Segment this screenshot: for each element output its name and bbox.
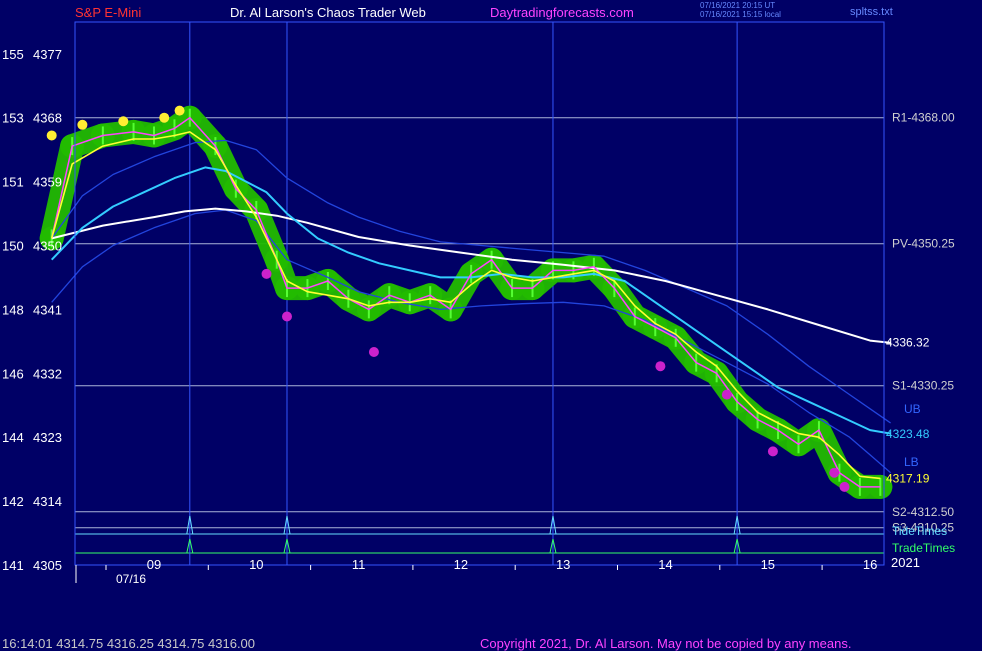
site-url[interactable]: Daytradingforecasts.com [490, 5, 634, 20]
y-tick-label-price: 4368 [33, 111, 62, 126]
x-tick-label: 11 [352, 557, 366, 572]
swing-high-dot [118, 116, 129, 127]
swing-low-dot [655, 361, 666, 372]
band-label-lower: LB [904, 455, 919, 469]
swing-low-dot [368, 347, 379, 357]
x-tick-label: 13 [556, 557, 570, 572]
swing-low-dot [721, 389, 732, 400]
series-line-ma-mid [50, 166, 891, 435]
y-tick-label-left: 142 [2, 494, 24, 509]
swing-low-dot [829, 467, 840, 478]
y-tick-label-left: 153 [2, 111, 24, 126]
swing-low-dot [261, 268, 272, 279]
y-tick-label-price: 4350 [33, 239, 62, 254]
x-tick-label: 14 [658, 557, 672, 572]
chart-labels: R1-4368.00 PV-4350.25 S1-4330.25 S2-4312.50… [886, 111, 955, 555]
swing-high-dot [77, 119, 88, 130]
y-tick-label-left: 141 [2, 558, 24, 573]
site-title: Dr. Al Larson's Chaos Trader Web [230, 5, 426, 20]
time-local: 07/16/2021 15:15 local [700, 10, 781, 19]
trade-label: TradeTimes [892, 541, 955, 555]
tide-label: TideTimes [892, 524, 947, 538]
swing-high-dot [174, 105, 185, 116]
y-tick-label-left: 150 [2, 239, 24, 254]
y-tick-label-left: 146 [2, 366, 24, 381]
swing-high-dot [46, 130, 57, 141]
x-date-label: 07/16 [116, 572, 146, 586]
y-tick-label-left: 144 [2, 430, 24, 445]
swing-low-dot [839, 481, 850, 492]
y-tick-label-left: 151 [2, 175, 24, 190]
pivot-levels [75, 117, 884, 529]
y-tick-label-price: 4323 [33, 430, 62, 445]
price-label: 4317.19 [886, 471, 930, 485]
x-tick-label: 16 [863, 557, 877, 572]
plot-frame [74, 21, 885, 566]
quote-line: 16:14:01 4314.75 4316.25 4314.75 4316.00 [2, 636, 256, 651]
price-halo-band [39, 105, 893, 499]
y-tick-label-price: 4377 [33, 47, 62, 62]
data-file: spltss.txt [850, 6, 893, 18]
price-label: 4336.32 [886, 336, 930, 350]
level-label: R1-4368.00 [892, 111, 955, 125]
swing-low-dot [767, 446, 778, 457]
price-halo [39, 105, 893, 499]
swing-high-dot [159, 112, 170, 123]
x-tick-label: 12 [454, 557, 468, 572]
band-label-upper: UB [904, 402, 921, 416]
chart-svg: 155 4377 153 4368 151 4359 150 4350 148 4341 146 43… [2, 21, 955, 586]
time-lines [75, 22, 884, 565]
x-year-label: 2021 [891, 555, 920, 570]
x-tick-label: 09 [147, 557, 161, 572]
y-tick-label-price: 4332 [33, 366, 62, 381]
y-tick-label-price: 4314 [33, 494, 62, 509]
swing-low-dot [281, 311, 292, 322]
instrument-title: S&P E-Mini [75, 5, 142, 20]
level-label: S1-4330.25 [892, 379, 954, 393]
price-label: 4323.48 [886, 427, 930, 441]
time-utc: 07/16/2021 20:15 UT [700, 1, 776, 10]
y-tick-label-price: 4341 [33, 302, 62, 317]
y-tick-label-left: 155 [2, 47, 24, 62]
y-tick-label-left: 148 [2, 302, 24, 317]
y-tick-label-price: 4305 [33, 558, 62, 573]
level-label: PV-4350.25 [892, 237, 955, 251]
x-tick-label: 15 [761, 557, 775, 572]
y-tick-label-price: 4359 [33, 175, 62, 190]
level-label: S2-4312.50 [892, 505, 954, 519]
x-tick-label: 10 [249, 557, 263, 572]
copyright: Copyright 2021, Dr. Al Larson. May not b… [480, 636, 852, 651]
